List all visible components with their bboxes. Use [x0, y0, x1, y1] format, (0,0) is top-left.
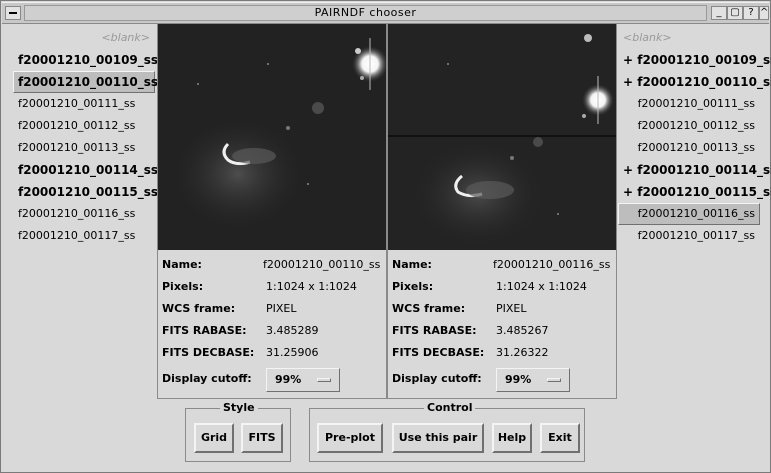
cutoff-label: Display cutoff: — [392, 372, 482, 385]
name-value: f20001210_00110_ss — [263, 258, 381, 271]
exit-button[interactable]: Exit — [540, 423, 580, 453]
control-group: Control Pre-plot Use this pair Help Exit — [309, 401, 585, 462]
right-info: Name: f20001210_00116_ss Pixels: 1:1024 x … — [392, 256, 614, 392]
cutoff-value: 99% — [505, 373, 532, 386]
window-menu-icon[interactable] — [5, 6, 21, 20]
preplot-button[interactable]: Pre-plot — [317, 423, 383, 453]
pixels-value: 1:1024 x 1:1024 — [266, 280, 357, 293]
list-item[interactable]: f20001210_00109_ss + — [13, 49, 172, 71]
left-image-display[interactable] — [158, 24, 386, 250]
minimize-icon[interactable]: _ — [711, 6, 727, 20]
name-label: Name: — [392, 258, 432, 271]
list-item[interactable]: f20001210_00117_ss — [13, 225, 155, 247]
list-item[interactable]: f20001210_00113_ss — [13, 137, 155, 159]
style-group: Style Grid FITS — [185, 401, 291, 462]
cutoff-value: 99% — [275, 373, 302, 386]
title-bar: PAIRNDF chooser _ ▢ ? ^ — [2, 2, 769, 24]
name-label: Name: — [162, 258, 202, 271]
use-this-pair-button[interactable]: Use this pair — [392, 423, 484, 453]
list-item[interactable]: + f20001210_00114_ss — [618, 159, 771, 181]
list-item[interactable]: f20001210_00115_ss + — [13, 181, 172, 203]
pixels-value: 1:1024 x 1:1024 — [496, 280, 587, 293]
list-item[interactable]: f20001210_00112_ss — [13, 115, 155, 137]
left-image-panel: Name: f20001210_00110_ss Pixels: 1:1024 x … — [157, 23, 387, 399]
decbase-label: FITS DECBASE: — [162, 346, 255, 359]
name-value: f20001210_00116_ss — [493, 258, 611, 271]
cutoff-option-menu[interactable]: 99% — [496, 368, 570, 392]
raise-icon[interactable]: ^ — [759, 6, 769, 20]
decbase-value: 31.25906 — [266, 346, 319, 359]
pairndf-window: PAIRNDF chooser _ ▢ ? ^ <blank> f2000121… — [0, 0, 771, 473]
list-item[interactable]: <blank> — [618, 27, 760, 49]
wcs-value: PIXEL — [266, 302, 297, 315]
rabase-label: FITS RABASE: — [162, 324, 247, 337]
wcs-label: WCS frame: — [162, 302, 236, 315]
rabase-label: FITS RABASE: — [392, 324, 477, 337]
rabase-value: 3.485289 — [266, 324, 319, 337]
pixels-label: Pixels: — [392, 280, 434, 293]
list-item[interactable]: f20001210_00113_ss — [618, 137, 760, 159]
list-item[interactable]: f20001210_00112_ss — [618, 115, 760, 137]
help-button[interactable]: Help — [492, 423, 532, 453]
right-file-list: <blank> + f20001210_00109_ss + f20001210… — [618, 27, 771, 247]
control-group-title: Control — [424, 401, 476, 414]
list-item[interactable]: <blank> — [13, 27, 155, 49]
right-image-panel: Name: f20001210_00116_ss Pixels: 1:1024 x … — [387, 23, 617, 399]
list-item[interactable]: f20001210_00116_ss — [618, 203, 760, 225]
style-group-title: Style — [220, 401, 258, 414]
grid-button[interactable]: Grid — [194, 423, 234, 453]
option-indicator-icon — [547, 378, 561, 382]
wcs-value: PIXEL — [496, 302, 527, 315]
pixels-label: Pixels: — [162, 280, 204, 293]
option-indicator-icon — [317, 378, 331, 382]
left-file-list: <blank> f20001210_00109_ss + f20001210_0… — [13, 27, 172, 247]
window-title: PAIRNDF chooser — [24, 5, 707, 21]
wcs-label: WCS frame: — [392, 302, 466, 315]
maximize-icon[interactable]: ▢ — [727, 6, 743, 20]
list-item[interactable]: f20001210_00114_ss + — [13, 159, 172, 181]
left-info: Name: f20001210_00110_ss Pixels: 1:1024 x … — [162, 256, 384, 392]
cutoff-option-menu[interactable]: 99% — [266, 368, 340, 392]
list-item[interactable]: + f20001210_00115_ss — [618, 181, 771, 203]
decbase-value: 31.26322 — [496, 346, 549, 359]
fits-button[interactable]: FITS — [241, 423, 283, 453]
cutoff-label: Display cutoff: — [162, 372, 252, 385]
right-image-display[interactable] — [388, 24, 616, 250]
list-item[interactable]: f20001210_00111_ss — [618, 93, 760, 115]
rabase-value: 3.485267 — [496, 324, 549, 337]
decbase-label: FITS DECBASE: — [392, 346, 485, 359]
list-item[interactable]: f20001210_00110_ss + — [13, 71, 172, 93]
list-item[interactable]: f20001210_00111_ss — [13, 93, 155, 115]
list-item[interactable]: + f20001210_00109_ss — [618, 49, 771, 71]
list-item[interactable]: + f20001210_00110_ss — [618, 71, 771, 93]
help-icon[interactable]: ? — [743, 6, 759, 20]
right-star-field-image — [388, 24, 616, 250]
list-item[interactable]: f20001210_00116_ss — [13, 203, 155, 225]
left-star-field-image — [158, 24, 386, 250]
list-item[interactable]: f20001210_00117_ss — [618, 225, 760, 247]
